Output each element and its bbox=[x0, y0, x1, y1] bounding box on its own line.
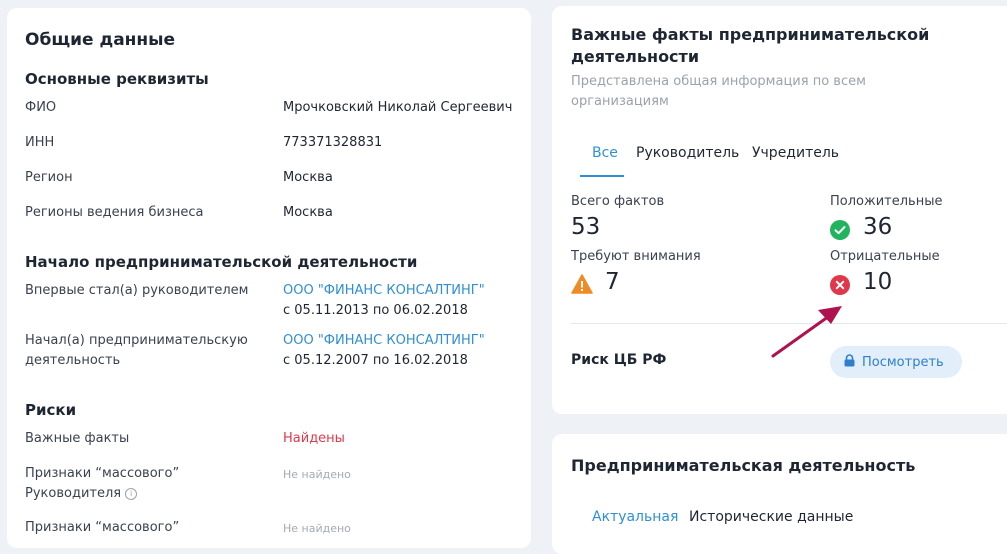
business-start-label-line1: Начал(а) предпринимательскую bbox=[25, 333, 248, 348]
tab-all-underline bbox=[580, 175, 624, 177]
facts-title-line2: деятельности bbox=[571, 47, 700, 66]
activity-start-title: Начало предпринимательской деятельности bbox=[25, 253, 418, 271]
info-icon[interactable]: i bbox=[125, 488, 138, 500]
general-data-title: Общие данные bbox=[25, 30, 176, 50]
mass-director-value: Не найдено bbox=[283, 468, 351, 481]
positive-value: 36 bbox=[863, 214, 893, 240]
tab-director[interactable]: Руководитель bbox=[636, 145, 739, 161]
attention-value: 7 bbox=[605, 269, 620, 295]
error-circle-icon bbox=[830, 275, 850, 299]
fio-value: Мрочковский Николай Сергеевич bbox=[283, 100, 513, 115]
entrepreneurial-activity-card: Предпринимательская деятельность Актуаль… bbox=[552, 434, 1007, 554]
business-start-dates: с 05.12.2007 по 16.02.2018 bbox=[283, 353, 468, 368]
mass-founder-value: Не найдено bbox=[283, 522, 351, 535]
check-circle-icon bbox=[830, 220, 850, 244]
activity-title: Предпринимательская деятельность bbox=[571, 456, 916, 475]
mass-director-label-line2: Руководителя i bbox=[25, 486, 138, 501]
mass-founder-label-line1: Признаки “массового” bbox=[25, 520, 180, 535]
first-director-dates: с 05.11.2013 по 06.02.2018 bbox=[283, 303, 468, 318]
business-regions-value: Москва bbox=[283, 205, 333, 220]
tab-all[interactable]: Все bbox=[592, 145, 618, 161]
first-director-company-link[interactable]: ООО "ФИНАНС КОНСАЛТИНГ" bbox=[283, 283, 485, 298]
risks-title: Риски bbox=[25, 401, 77, 419]
business-start-label-line2: деятельность bbox=[25, 353, 121, 368]
first-director-label: Впервые стал(а) руководителем bbox=[25, 283, 249, 298]
facts-subtitle-line2: организациям bbox=[571, 94, 669, 109]
general-data-card: Общие данные Основные реквизиты ФИО Мроч… bbox=[7, 8, 531, 548]
mass-director-label-text: Руководителя bbox=[25, 486, 122, 501]
inn-value: 773371328831 bbox=[283, 135, 383, 150]
attention-label: Требуют внимания bbox=[571, 249, 701, 264]
risk-cb-label: Риск ЦБ РФ bbox=[571, 352, 667, 368]
negative-label: Отрицательные bbox=[830, 249, 940, 264]
facts-subtitle-line1: Представлена общая информация по всем bbox=[571, 74, 866, 89]
region-value: Москва bbox=[283, 170, 333, 185]
facts-title-line1: Важные факты предпринимательской bbox=[571, 25, 930, 44]
negative-value: 10 bbox=[863, 269, 893, 295]
tab-founder[interactable]: Учредитель bbox=[752, 145, 839, 161]
inn-label: ИНН bbox=[25, 135, 55, 150]
important-facts-card: Важные факты предпринимательской деятель… bbox=[552, 6, 1007, 414]
requisites-title: Основные реквизиты bbox=[25, 70, 209, 88]
important-facts-label: Важные факты bbox=[25, 431, 130, 446]
facts-subtitle: Представлена общая информация по всем ор… bbox=[571, 72, 866, 112]
total-facts-value: 53 bbox=[571, 214, 601, 240]
business-regions-label: Регионы ведения бизнеса bbox=[25, 205, 204, 220]
tab-historical[interactable]: Исторические данные bbox=[689, 509, 853, 525]
lock-icon bbox=[844, 353, 855, 371]
positive-label: Положительные bbox=[830, 194, 943, 209]
region-label: Регион bbox=[25, 170, 73, 185]
view-button-label: Посмотреть bbox=[862, 354, 944, 370]
mass-director-label-line1: Признаки “массового” bbox=[25, 466, 180, 481]
total-facts-label: Всего фактов bbox=[571, 194, 665, 209]
divider bbox=[571, 323, 1007, 324]
important-facts-value[interactable]: Найдены bbox=[283, 431, 345, 446]
warning-icon bbox=[571, 274, 593, 298]
tab-current[interactable]: Актуальная bbox=[592, 509, 678, 525]
facts-title: Важные факты предпринимательской деятель… bbox=[571, 24, 971, 68]
fio-label: ФИО bbox=[25, 100, 57, 115]
view-button[interactable]: Посмотреть bbox=[830, 346, 962, 378]
business-start-company-link[interactable]: ООО "ФИНАНС КОНСАЛТИНГ" bbox=[283, 333, 485, 348]
